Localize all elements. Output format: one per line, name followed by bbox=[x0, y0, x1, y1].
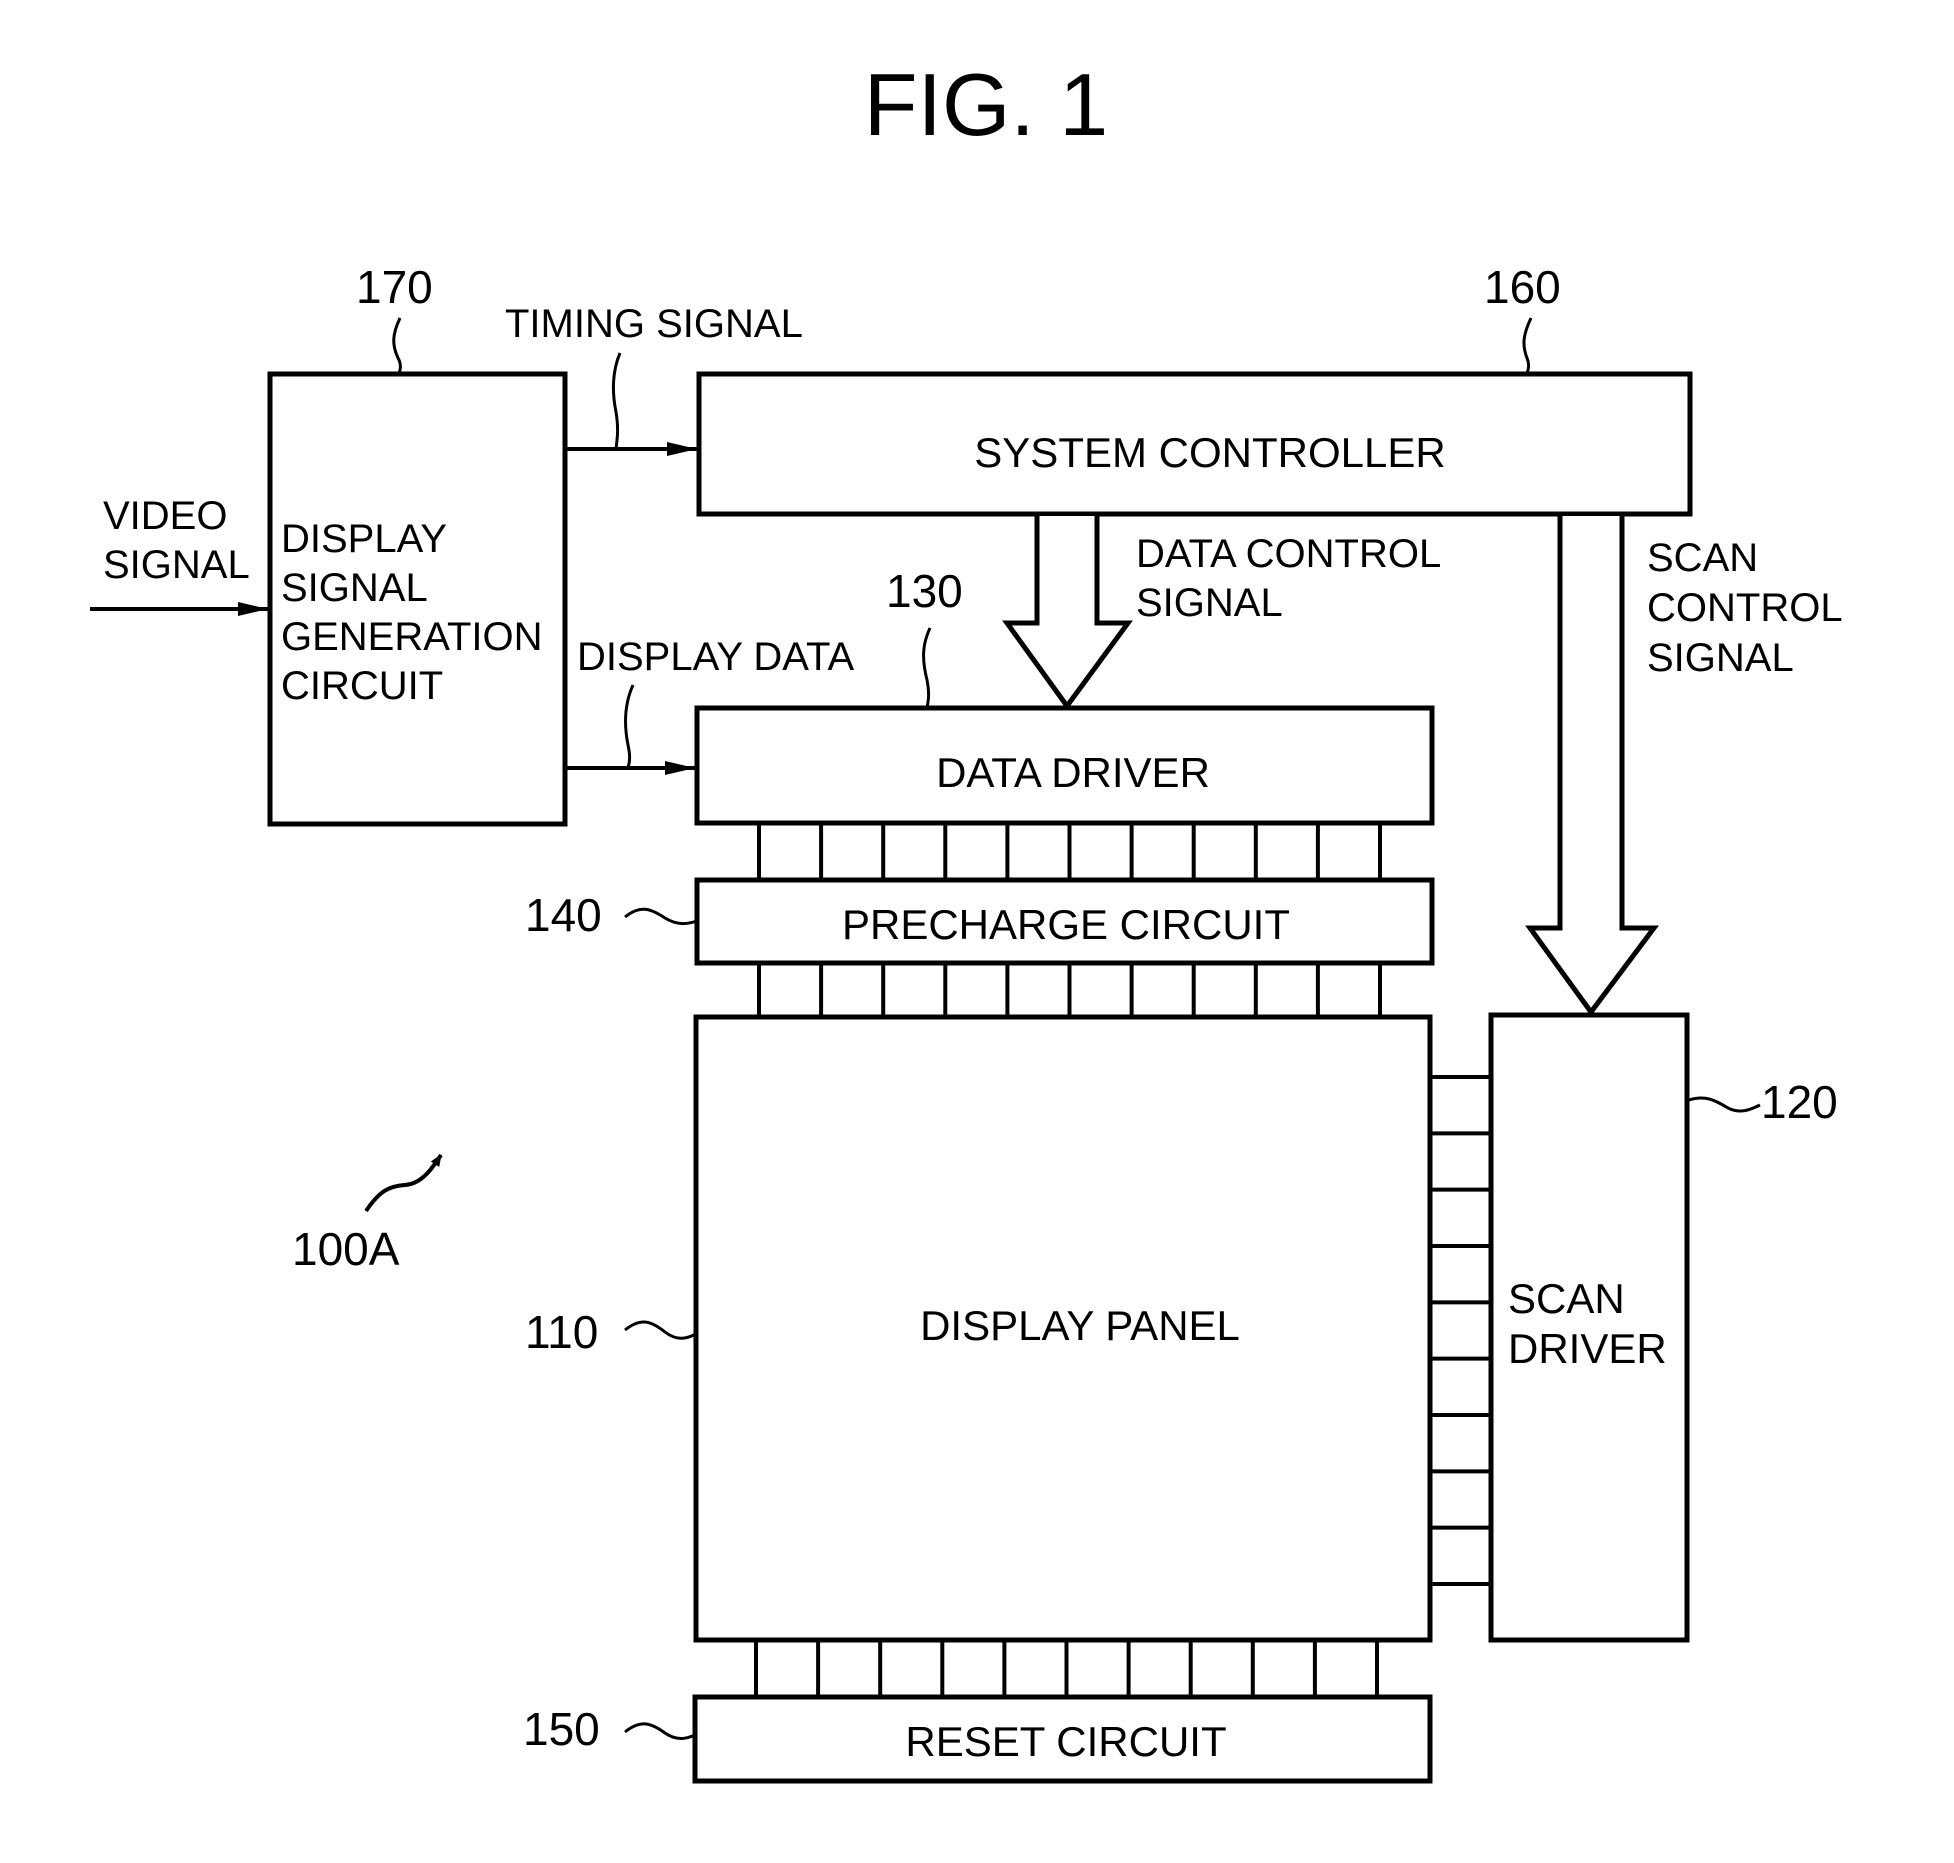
ref-170: 170 bbox=[356, 261, 433, 313]
block-170-line-1: DISPLAY bbox=[281, 517, 447, 561]
assembly-arrow bbox=[364, 1153, 443, 1213]
system-controller: SYSTEM CONTROLLER bbox=[696, 371, 1693, 517]
precharge-circuit-label: PRECHARGE CIRCUIT bbox=[842, 901, 1290, 948]
leader-140 bbox=[624, 907, 698, 926]
ref-150: 150 bbox=[523, 1703, 600, 1755]
timing-signal-label: TIMING SIGNAL bbox=[505, 302, 803, 346]
video-signal-label-1: VIDEO bbox=[103, 494, 227, 538]
leader-110 bbox=[624, 1320, 697, 1340]
ref-160: 160 bbox=[1484, 261, 1561, 313]
leader-120 bbox=[1688, 1096, 1761, 1113]
system-controller-label: SYSTEM CONTROLLER bbox=[974, 429, 1445, 476]
leader-150 bbox=[624, 1722, 696, 1740]
figure-title: FIG. 1 bbox=[864, 55, 1109, 154]
ref-130: 130 bbox=[886, 565, 963, 617]
data-control-signal-arrow bbox=[1002, 516, 1133, 711]
scan-driver: SCAN DRIVER bbox=[1488, 1012, 1690, 1643]
precharge-panel-connectors bbox=[757, 963, 1382, 1017]
scan-control-label-1: SCAN bbox=[1647, 536, 1758, 580]
block-170-line-4: CIRCUIT bbox=[281, 664, 443, 708]
data-driver-label: DATA DRIVER bbox=[936, 749, 1210, 796]
leader-display-data bbox=[623, 684, 635, 769]
scan-driver-label-1: SCAN bbox=[1508, 1275, 1625, 1322]
block-170-line-3: GENERATION bbox=[281, 615, 543, 659]
leader-timing-signal bbox=[611, 352, 622, 450]
ref-110: 110 bbox=[525, 1306, 598, 1358]
data-driver-precharge-connectors bbox=[757, 823, 1382, 880]
block-diagram: FIG. 1 DISPLAY SIGNAL GENERATION CIRCUIT… bbox=[90, 55, 1843, 1784]
panel-scan-driver-connectors bbox=[1430, 1075, 1491, 1586]
display-signal-generation-circuit: DISPLAY SIGNAL GENERATION CIRCUIT bbox=[267, 371, 568, 827]
leader-160 bbox=[1522, 317, 1533, 375]
scan-control-signal-arrow bbox=[1525, 516, 1659, 1017]
display-panel-label: DISPLAY PANEL bbox=[920, 1302, 1240, 1349]
block-170-line-2: SIGNAL bbox=[281, 566, 428, 610]
video-signal-label-2: SIGNAL bbox=[103, 543, 250, 587]
ref-120: 120 bbox=[1761, 1076, 1838, 1128]
scan-control-label-3: SIGNAL bbox=[1647, 636, 1794, 680]
display-data-label: DISPLAY DATA bbox=[577, 635, 854, 679]
data-driver: DATA DRIVER bbox=[694, 705, 1435, 826]
data-control-label-1: DATA CONTROL bbox=[1136, 532, 1441, 576]
display-panel: DISPLAY PANEL bbox=[693, 1014, 1433, 1643]
data-control-label-2: SIGNAL bbox=[1136, 581, 1283, 625]
ref-140: 140 bbox=[525, 889, 602, 941]
precharge-circuit: PRECHARGE CIRCUIT bbox=[694, 877, 1435, 966]
leader-130 bbox=[922, 627, 932, 709]
reset-circuit-label: RESET CIRCUIT bbox=[905, 1718, 1226, 1765]
ref-100a: 100A bbox=[292, 1223, 400, 1275]
scan-control-label-2: CONTROL bbox=[1647, 586, 1843, 630]
panel-reset-connectors bbox=[754, 1640, 1379, 1697]
scan-driver-label-2: DRIVER bbox=[1508, 1325, 1667, 1372]
leader-170 bbox=[392, 317, 402, 375]
reset-circuit: RESET CIRCUIT bbox=[692, 1694, 1433, 1784]
